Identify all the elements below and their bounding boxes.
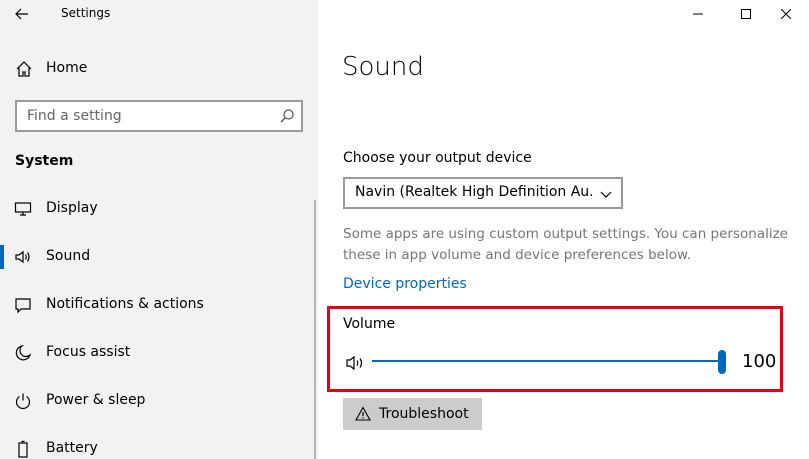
monitor-icon: [14, 202, 32, 216]
search-input[interactable]: [27, 107, 267, 125]
sidebar-item-focus-assist[interactable]: Focus assist: [0, 333, 318, 373]
volume-value: 100: [742, 351, 777, 372]
sidebar-item-notifications[interactable]: Notifications & actions: [0, 285, 318, 325]
section-title: System: [15, 153, 74, 169]
back-arrow-icon: [15, 8, 28, 20]
back-button[interactable]: [6, 0, 38, 28]
sidebar-item-label: Sound: [46, 248, 91, 264]
sidebar-item-label: Display: [46, 200, 98, 216]
volume-slider-thumb[interactable]: [718, 350, 726, 374]
output-device-dropdown[interactable]: Navin (Realtek High Definition Au...: [343, 177, 623, 209]
search-box[interactable]: [15, 100, 303, 132]
search-icon[interactable]: [279, 108, 295, 124]
title-bar: Settings: [0, 0, 318, 28]
moon-icon: [15, 344, 32, 361]
page-title: Sound: [342, 52, 424, 82]
output-device-value: Navin (Realtek High Definition Au...: [355, 184, 595, 200]
speaker-icon: [15, 250, 30, 264]
volume-slider-track: [372, 360, 720, 362]
minimize-icon: [693, 13, 703, 15]
sidebar-item-label: Home: [46, 60, 88, 76]
maximize-icon: [741, 9, 751, 19]
sidebar-item-label: Battery: [46, 440, 98, 456]
sidebar-item-display[interactable]: Display: [0, 189, 318, 229]
selection-indicator: [0, 245, 4, 269]
chevron-down-icon: [600, 191, 612, 198]
troubleshoot-button[interactable]: Troubleshoot: [343, 398, 482, 430]
volume-icon[interactable]: [346, 354, 368, 372]
device-properties-link[interactable]: Device properties: [343, 276, 467, 292]
volume-slider[interactable]: [372, 349, 728, 375]
battery-icon: [18, 440, 28, 458]
custom-output-note: Some apps are using custom output settin…: [343, 226, 788, 263]
minimize-button[interactable]: [675, 0, 721, 28]
close-icon: [781, 9, 791, 19]
sidebar-item-label: Power & sleep: [46, 392, 146, 408]
sidebar-item-label: Focus assist: [46, 344, 131, 360]
notification-icon: [15, 298, 31, 314]
sidebar-item-home[interactable]: Home: [0, 52, 318, 86]
sidebar-item-label: Notifications & actions: [46, 296, 204, 312]
volume-label: Volume: [343, 316, 396, 332]
power-icon: [15, 393, 31, 410]
sidebar: Settings Home System Display Sound: [0, 0, 318, 459]
sidebar-scrollbar[interactable]: [314, 200, 316, 459]
sidebar-item-sound[interactable]: Sound: [0, 237, 318, 277]
warning-icon: [355, 406, 371, 421]
troubleshoot-label: Troubleshoot: [379, 406, 469, 422]
home-icon: [16, 61, 32, 77]
app-title: Settings: [61, 6, 111, 20]
close-button[interactable]: [763, 0, 809, 28]
sidebar-item-power-sleep[interactable]: Power & sleep: [0, 381, 318, 421]
output-device-label: Choose your output device: [343, 150, 532, 166]
sidebar-item-battery[interactable]: Battery: [0, 429, 318, 459]
